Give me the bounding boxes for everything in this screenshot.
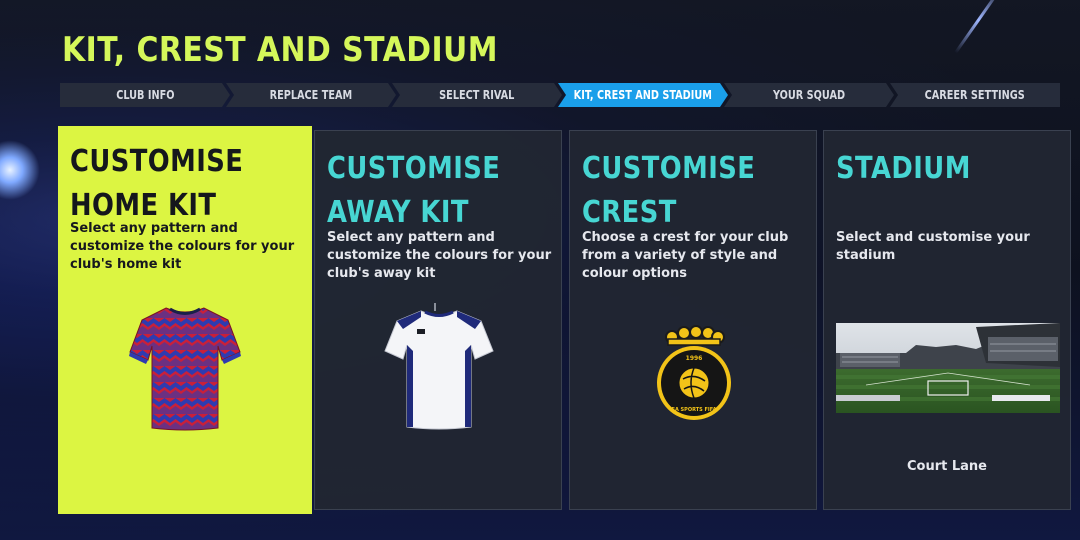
- card-customise-crest[interactable]: CUSTOMISE CREST Choose a crest for your …: [569, 130, 817, 510]
- card-title: CUSTOMISE AWAY KIT: [327, 151, 501, 230]
- step-your-squad[interactable]: YOUR SQUAD: [724, 83, 894, 107]
- card-description: Select any pattern and customize the col…: [70, 221, 295, 272]
- stadium-name: Court Lane: [906, 459, 987, 474]
- light-beam: [954, 0, 1003, 54]
- step-kit-crest-stadium[interactable]: KIT, CREST AND STADIUM: [558, 83, 728, 107]
- club-crest-icon: 1996 EA SPORTS FIFA: [657, 325, 731, 420]
- home-kit-shirt-icon: [129, 307, 241, 431]
- card-description: Choose a crest for your club from a vari…: [582, 230, 789, 281]
- step-select-rival[interactable]: SELECT RIVAL: [392, 83, 562, 107]
- stadium-light-glow: [0, 140, 40, 200]
- crest-text: EA SPORTS FIFA: [672, 407, 717, 413]
- step-replace-team[interactable]: REPLACE TEAM: [226, 83, 396, 107]
- card-stadium[interactable]: STADIUM Select and customise your stadiu…: [823, 130, 1071, 510]
- card-title: CUSTOMISE HOME KIT: [70, 144, 244, 223]
- away-kit-shirt-icon: [384, 303, 494, 430]
- option-cards: CUSTOMISE HOME KIT Select any pattern an…: [58, 126, 1072, 514]
- card-customise-away-kit[interactable]: CUSTOMISE AWAY KIT Select any pattern an…: [314, 130, 562, 510]
- crest-year: 1996: [686, 355, 703, 362]
- card-title: CUSTOMISE CREST: [582, 151, 756, 230]
- progress-steps: CLUB INFO REPLACE TEAM SELECT RIVAL KIT,…: [60, 83, 1080, 107]
- card-title: STADIUM: [836, 151, 971, 186]
- stadium-image: [836, 323, 1060, 413]
- card-description: Select and customise your stadium: [836, 230, 1030, 263]
- card-customise-home-kit[interactable]: CUSTOMISE HOME KIT Select any pattern an…: [58, 126, 312, 514]
- step-club-info[interactable]: CLUB INFO: [60, 83, 230, 107]
- page-title: KIT, CREST AND STADIUM: [62, 30, 499, 70]
- card-description: Select any pattern and customize the col…: [327, 230, 552, 281]
- step-career-settings[interactable]: CAREER SETTINGS: [890, 83, 1060, 107]
